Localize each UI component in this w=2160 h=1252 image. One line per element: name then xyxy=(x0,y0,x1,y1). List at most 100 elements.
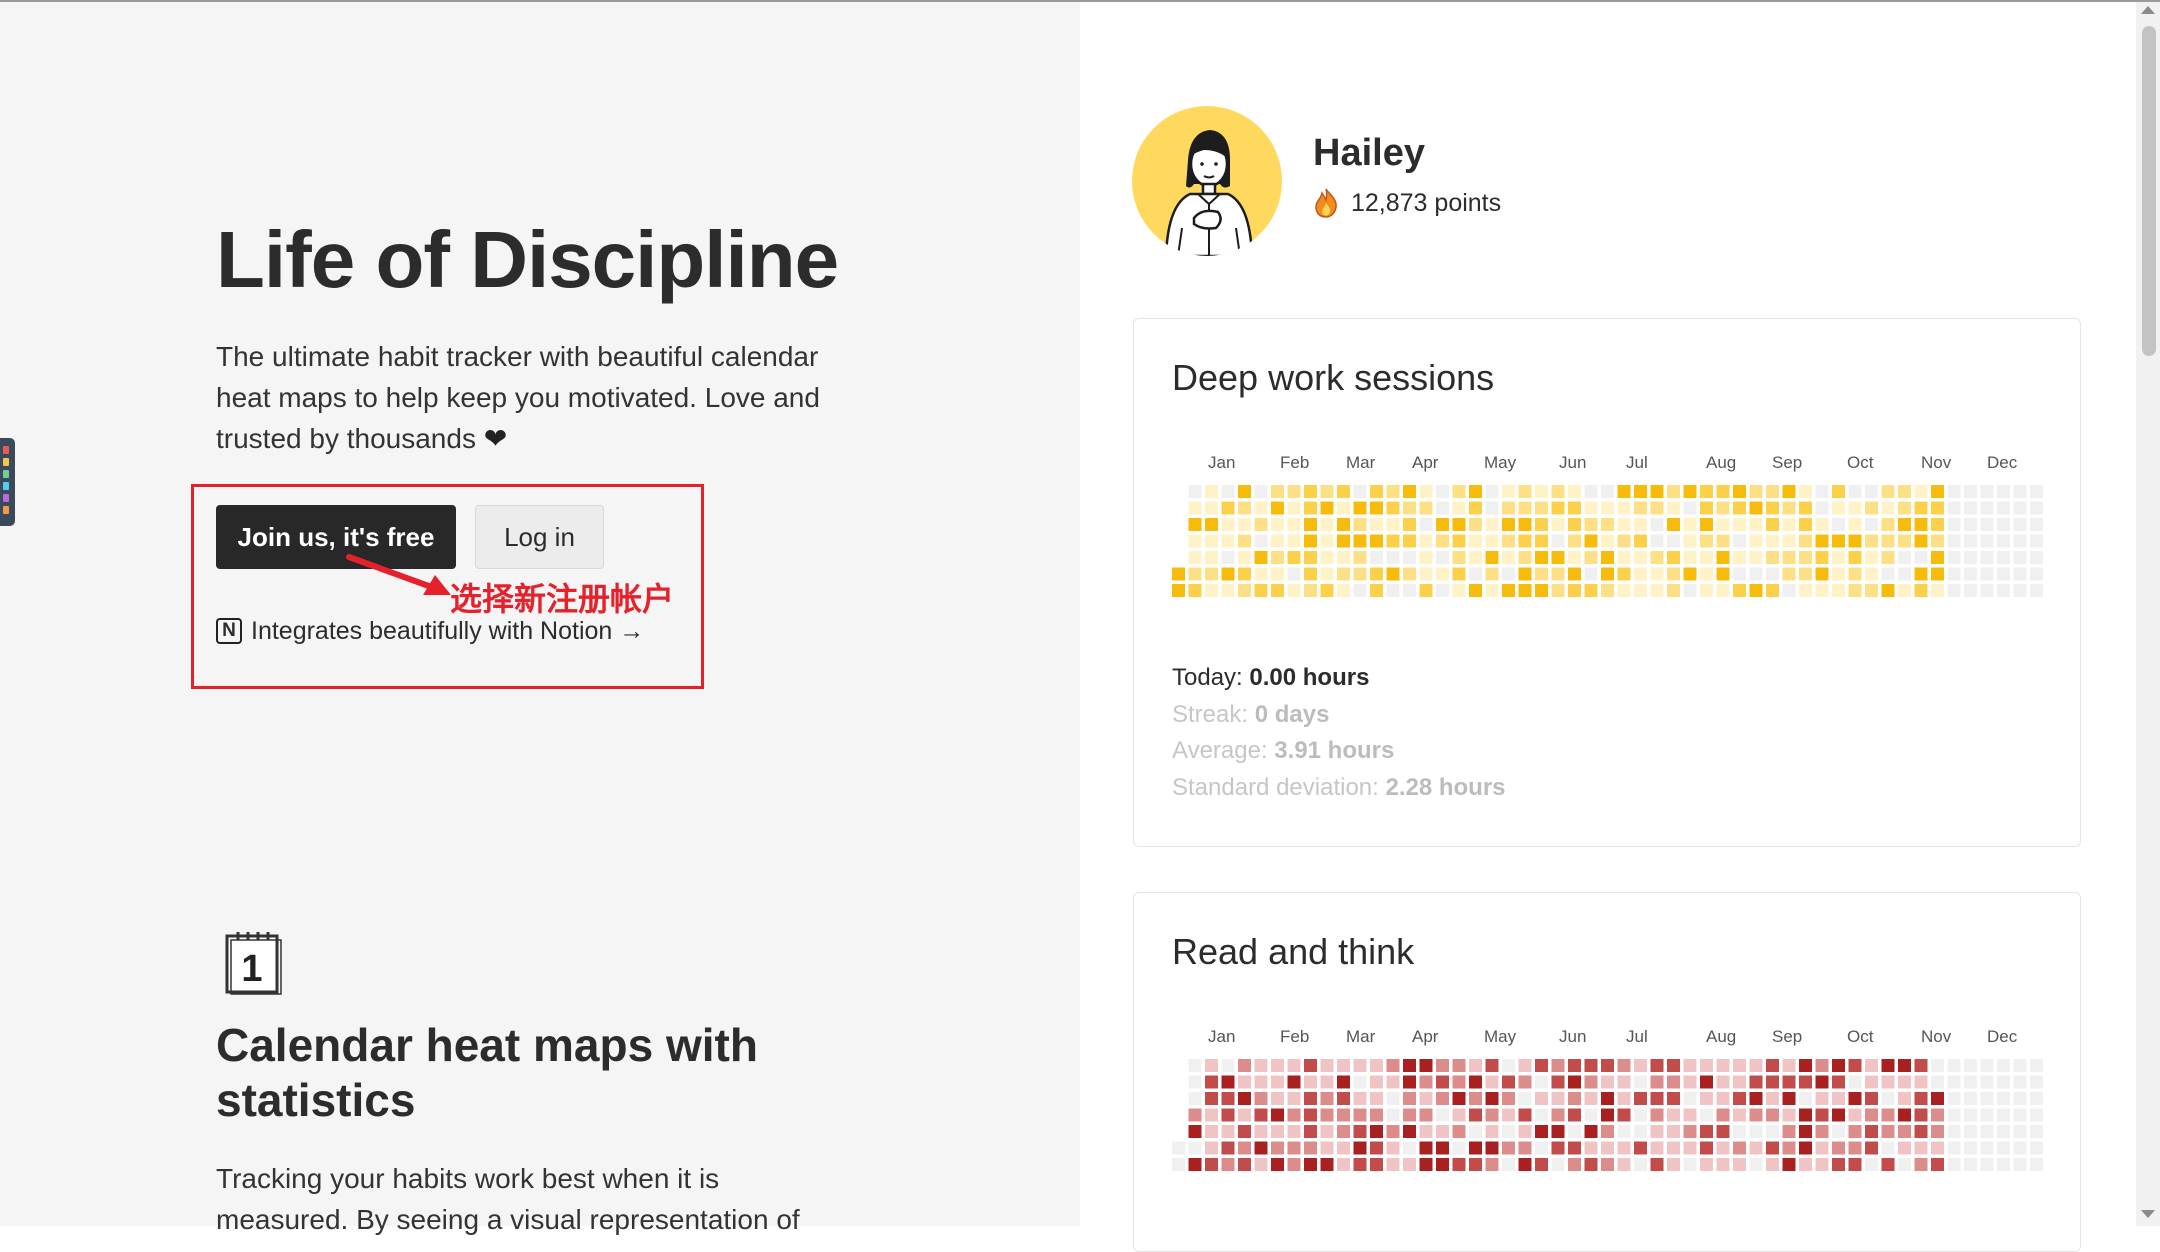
heatmap-cell xyxy=(1601,1158,1614,1171)
heatmap-cell xyxy=(1469,1092,1482,1105)
heatmap-cell xyxy=(1485,1075,1499,1089)
heatmap-cell xyxy=(1700,1158,1713,1171)
heatmap-cell xyxy=(1650,534,1664,548)
heatmap-cell xyxy=(1964,485,1977,498)
heatmap-cell xyxy=(1436,1092,1449,1105)
heatmap-cell xyxy=(1881,1059,1895,1072)
scroll-up-arrow-icon[interactable] xyxy=(2141,6,2155,14)
heatmap-cell xyxy=(1205,1108,1218,1122)
heatmap-cell xyxy=(1304,1059,1317,1072)
heatmap-cell xyxy=(1452,518,1466,531)
heatmap-cell xyxy=(1799,1158,1812,1171)
heatmap-cell xyxy=(1452,567,1466,581)
heatmap-cell xyxy=(1320,534,1334,548)
side-extension-widget[interactable] xyxy=(0,438,15,526)
heatmap-cell xyxy=(1848,1075,1862,1089)
heatmap-cell xyxy=(1452,1141,1466,1155)
heatmap-cell xyxy=(1716,551,1730,564)
heatmap-cell xyxy=(1205,485,1218,498)
heatmap-cell xyxy=(1733,485,1746,498)
heatmap-cell xyxy=(2030,1075,2043,1089)
heatmap-cell xyxy=(1271,1125,1284,1138)
heatmap-cell xyxy=(1502,1075,1515,1089)
heatmap-cell xyxy=(1584,584,1598,597)
heatmap-cell xyxy=(1238,1125,1251,1138)
heatmap-cell xyxy=(1898,551,1911,564)
heatmap-cell xyxy=(1584,501,1598,515)
scrollbar-thumb[interactable] xyxy=(2142,26,2156,356)
heatmap-cell xyxy=(1370,584,1383,597)
heatmap-cell xyxy=(1634,584,1647,597)
heatmap-cell xyxy=(1353,1092,1367,1105)
month-label: Oct xyxy=(1847,453,1874,472)
heatmap-cell xyxy=(1304,534,1317,548)
heatmap-cell xyxy=(1452,1059,1466,1072)
heatmap-cell xyxy=(1964,584,1977,597)
month-label: Aug xyxy=(1706,1027,1737,1046)
heatmap-cell xyxy=(1749,1059,1763,1072)
heatmap-cell xyxy=(1436,518,1449,531)
heatmap-cell xyxy=(1782,1075,1796,1089)
heatmap-cell xyxy=(2030,1059,2043,1072)
heatmap-cell xyxy=(1353,1108,1367,1122)
heatmap-cell xyxy=(1485,518,1499,531)
heatmap-cell xyxy=(1221,584,1235,597)
heatmap-cell xyxy=(1997,567,2010,581)
heatmap-cell xyxy=(1485,551,1499,564)
heatmap-cell xyxy=(1386,485,1400,498)
heatmap-cell xyxy=(2013,485,2027,498)
heatmap-cell xyxy=(1337,584,1350,597)
heatmap-cell xyxy=(1535,534,1548,548)
heatmap-cell xyxy=(1848,534,1862,548)
heatmap-cell xyxy=(1370,1075,1383,1089)
heatmap-cell xyxy=(1700,1092,1713,1105)
heatmap-cell xyxy=(1832,485,1845,498)
heatmap-cell xyxy=(1716,501,1730,515)
heatmap-cell xyxy=(1997,534,2010,548)
card-title: Read and think xyxy=(1172,931,1415,972)
month-label: Sep xyxy=(1772,1027,1803,1046)
heatmap-cell xyxy=(1931,584,1944,597)
heatmap-cell xyxy=(1997,485,2010,498)
heatmap-cell xyxy=(1766,1108,1779,1122)
heatmap-cell xyxy=(1848,485,1862,498)
heatmap-cell xyxy=(1650,485,1664,498)
month-label: Nov xyxy=(1921,1027,1952,1046)
heatmap-cell xyxy=(1865,518,1878,531)
heatmap-cell xyxy=(1485,1141,1499,1155)
heatmap-cell xyxy=(1469,518,1482,531)
heatmap-cell xyxy=(1980,551,1994,564)
heatmap-cell xyxy=(1205,1092,1218,1105)
heatmap-cell xyxy=(1766,567,1779,581)
heatmap-cell xyxy=(1733,501,1746,515)
heatmap-cell xyxy=(1419,501,1433,515)
scroll-down-arrow-icon[interactable] xyxy=(2141,1210,2155,1218)
heatmap-cell xyxy=(1221,1158,1235,1171)
heatmap-cell xyxy=(1551,1141,1565,1155)
heatmap-cell xyxy=(1881,1125,1895,1138)
heatmap-cell xyxy=(1832,1108,1845,1122)
heatmap-cell xyxy=(1271,1059,1284,1072)
heatmap-cell xyxy=(1815,1141,1829,1155)
heatmap-cell xyxy=(1931,1141,1944,1155)
heatmap-cell xyxy=(2030,1092,2043,1105)
heatmap-cell xyxy=(1502,1059,1515,1072)
heatmap-cell xyxy=(1667,534,1680,548)
heatmap-cell xyxy=(1749,567,1763,581)
heatmap-cell xyxy=(1782,534,1796,548)
heatmap-cell xyxy=(1881,584,1895,597)
heatmap-cell xyxy=(1304,551,1317,564)
heatmap-cell xyxy=(1535,1125,1548,1138)
heatmap-cell xyxy=(2013,1059,2027,1072)
heatmap-cell xyxy=(1881,534,1895,548)
month-label: Aug xyxy=(1706,453,1737,472)
heatmap-cell xyxy=(1898,584,1911,597)
heatmap-cell xyxy=(1287,567,1301,581)
stat-average: Average: 3.91 hours xyxy=(1172,737,1395,764)
heatmap-cell xyxy=(1337,1141,1350,1155)
heatmap-cell xyxy=(1898,567,1911,581)
heatmap-cell xyxy=(1337,501,1350,515)
heatmap-cell xyxy=(2013,584,2027,597)
heatmap-cell xyxy=(1535,1158,1548,1171)
heatmap-cell xyxy=(1353,567,1367,581)
